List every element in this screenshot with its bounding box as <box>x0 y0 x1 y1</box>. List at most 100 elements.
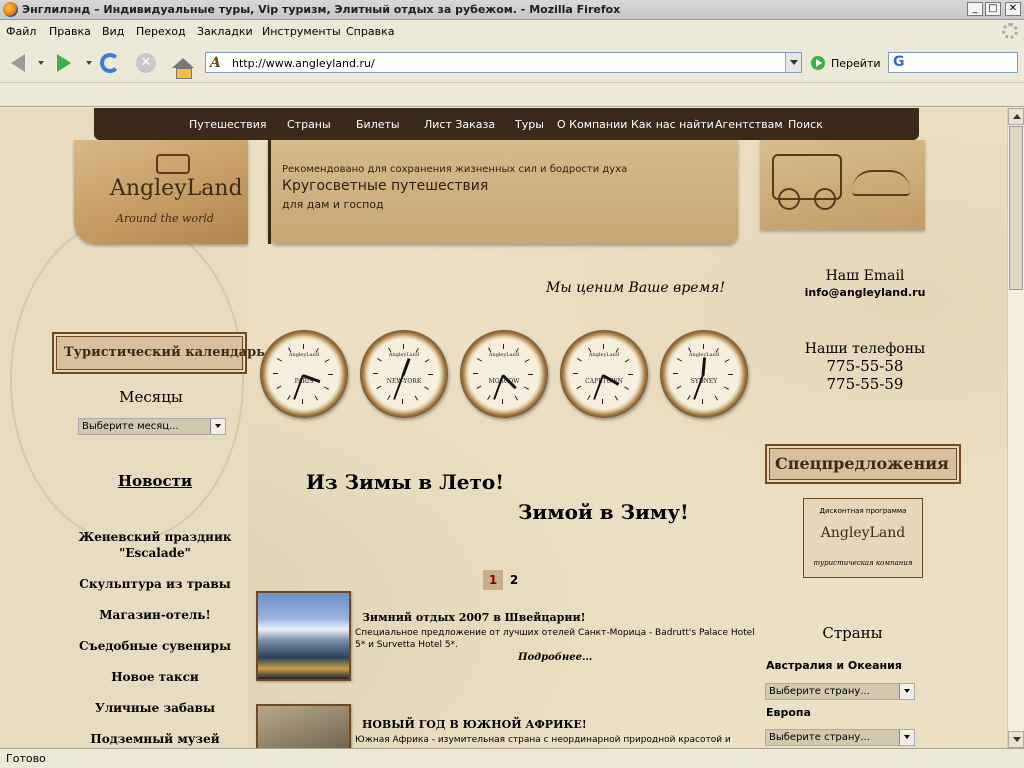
site-logo[interactable]: AngleyLand Around the world <box>74 140 248 244</box>
clock-tick <box>314 395 318 401</box>
news-item[interactable]: Скульптура из травы <box>60 576 250 592</box>
discount-program-banner[interactable]: Дисконтная программа AngleyLand туристич… <box>803 498 923 578</box>
clock-tick <box>402 399 403 404</box>
page-1-button[interactable]: 1 <box>483 570 503 590</box>
offer-image[interactable] <box>256 704 351 748</box>
nav-tickets[interactable]: Билеты <box>356 118 400 131</box>
nav-search[interactable]: Поиск <box>788 118 823 131</box>
nav-agencies[interactable]: Агентствам <box>715 118 783 131</box>
clock-tick <box>476 385 482 389</box>
menu-help[interactable]: Справка <box>346 25 394 38</box>
country-select[interactable]: Выберите страну... <box>765 683 915 700</box>
minimize-button[interactable]: _ <box>967 2 983 16</box>
discount-top: Дисконтная программа <box>819 507 907 515</box>
news-item[interactable]: Новое такси <box>60 669 250 685</box>
nav-about[interactable]: О Компании <box>557 118 627 131</box>
offer-title[interactable]: НОВЫЙ ГОД В ЮЖНОЙ АФРИКЕ! <box>362 718 587 731</box>
scroll-down-button[interactable] <box>1008 731 1024 748</box>
stop-button[interactable]: ✕ <box>134 51 158 75</box>
special-offers-label: Спецпредложения <box>775 454 949 473</box>
clock-tick <box>302 399 303 404</box>
email-title: Наш Email <box>825 268 905 284</box>
go-button[interactable]: Перейти <box>811 54 881 72</box>
clock-city-label: NEW-YORK <box>386 378 422 385</box>
menu-bookmarks[interactable]: Закладки <box>197 25 253 38</box>
forward-dropdown-icon[interactable] <box>86 61 92 65</box>
clock-tick <box>377 358 382 362</box>
headline-winter-summer[interactable]: Из Зимы в Лето! <box>306 470 504 494</box>
address-bar[interactable]: A http://www.angleyland.ru/ <box>205 52 802 73</box>
maximize-button[interactable]: □ <box>985 2 1001 16</box>
clock-tick <box>702 399 703 404</box>
banner-line-2: Кругосветные путешествия <box>282 178 489 194</box>
clock-tick <box>577 358 582 362</box>
address-dropdown-button[interactable] <box>785 53 801 72</box>
nav-how-to-find[interactable]: Как нас найти <box>631 118 714 131</box>
offer-title[interactable]: Зимний отдых 2007 в Швейцарии! <box>362 611 586 624</box>
clock-tick <box>624 386 629 390</box>
page-2-button[interactable]: 2 <box>504 570 524 590</box>
clock-tick <box>728 374 733 375</box>
news-item[interactable]: Магазин-отель! <box>60 607 250 623</box>
month-select-value: Выберите месяц... <box>82 421 179 432</box>
scroll-up-button[interactable] <box>1008 108 1024 125</box>
tour-calendar-button[interactable]: Туристический календарь <box>52 332 265 374</box>
throbber-icon <box>1002 23 1018 39</box>
clock-tick <box>714 395 718 401</box>
clock-tick <box>276 385 282 389</box>
clock-tick <box>328 374 333 375</box>
clock-tick <box>373 373 378 374</box>
clock-tick <box>724 386 729 390</box>
clock-tick <box>676 385 682 389</box>
offer-more-link[interactable]: Подробнее... <box>518 652 592 663</box>
clock-tick <box>524 359 530 363</box>
menu-view[interactable]: Вид <box>102 25 124 38</box>
nav-order-sheet[interactable]: Лист Заказа <box>424 118 495 131</box>
forward-button[interactable] <box>52 51 76 75</box>
banner-line-3: для дам и господ <box>282 198 384 211</box>
menu-edit[interactable]: Правка <box>49 25 91 38</box>
clock-tick <box>724 359 730 363</box>
nav-travel[interactable]: Путешествия <box>189 118 267 131</box>
phones-title: Наши телефоны <box>804 341 926 357</box>
search-input[interactable]: G <box>888 52 1018 73</box>
home-button[interactable] <box>171 51 195 79</box>
country-select-value: Выберите страну... <box>769 686 870 697</box>
email-link[interactable]: info@angleyland.ru <box>780 286 950 299</box>
reload-button[interactable] <box>98 51 122 75</box>
vertical-scrollbar[interactable] <box>1007 108 1024 748</box>
country-select[interactable]: Выберите страну... <box>765 729 915 746</box>
discount-sub: туристическая компания <box>813 559 913 567</box>
nav-countries[interactable]: Страны <box>287 118 331 131</box>
news-item[interactable]: Женевский праздник "Escalade" <box>60 529 250 561</box>
clock-tick <box>603 344 604 349</box>
news-item[interactable]: Подземный музей <box>60 731 250 747</box>
close-button[interactable]: ✕ <box>1005 2 1021 16</box>
month-select[interactable]: Выберите месяц... <box>78 418 226 435</box>
menu-tools[interactable]: Инструменты <box>262 25 341 38</box>
special-offers-button[interactable]: Спецпредложения <box>765 444 961 484</box>
phone-2: 775-55-59 <box>826 375 904 393</box>
news-title[interactable]: Новости <box>60 472 250 490</box>
nav-tours[interactable]: Туры <box>515 118 544 131</box>
clock-tick <box>424 386 429 390</box>
back-button[interactable] <box>6 51 30 75</box>
window-titlebar: Энглилэнд – Индивидуальные туры, Vip тур… <box>0 0 1024 20</box>
offer-image[interactable] <box>256 591 351 681</box>
menu-file[interactable]: Файл <box>6 25 36 38</box>
headline-winter-winter[interactable]: Зимой в Зиму! <box>518 500 689 524</box>
region-label: Европа <box>766 706 811 719</box>
site-top-nav: Путешествия Страны Билеты Лист Заказа Ту… <box>94 108 919 140</box>
clock-tick <box>602 399 603 404</box>
bookmarks-toolbar <box>0 84 1024 107</box>
clock-icon: AngleyLand SYDNEY <box>660 330 748 418</box>
menu-go[interactable]: Переход <box>136 25 186 38</box>
news-item[interactable]: Уличные забавы <box>60 700 250 716</box>
chevron-down-icon <box>210 419 225 434</box>
clock-tick <box>673 373 678 374</box>
back-dropdown-icon[interactable] <box>38 61 44 65</box>
news-item[interactable]: Съедобные сувениры <box>60 638 250 654</box>
countries-title: Страны <box>822 624 883 642</box>
scroll-thumb[interactable] <box>1009 126 1023 290</box>
clock-tick <box>414 395 418 401</box>
